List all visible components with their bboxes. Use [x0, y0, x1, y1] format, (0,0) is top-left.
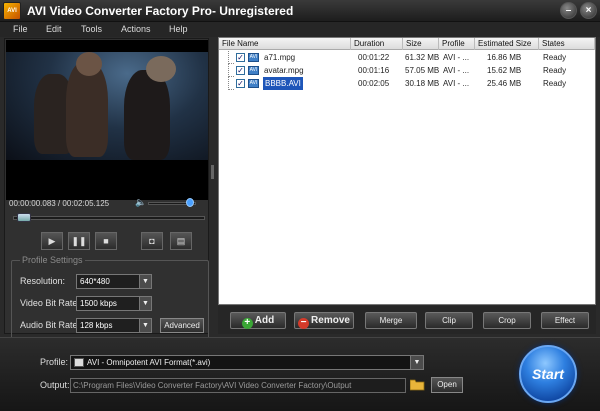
resolution-select[interactable]: 640*480 ▼	[76, 274, 152, 289]
profile-settings-legend: Profile Settings	[20, 255, 85, 265]
column-duration[interactable]: Duration	[351, 38, 403, 50]
minimize-button[interactable]: –	[560, 2, 577, 19]
file-state: Ready	[543, 79, 567, 88]
chevron-down-icon: ▼	[139, 297, 151, 310]
video-bitrate-label: Video Bit Rate:	[20, 298, 80, 308]
file-list[interactable]: File Name Duration Size Profile Estimate…	[218, 37, 596, 305]
video-file-icon: AVI	[248, 79, 259, 88]
file-estimated-size: 25.46 MB	[487, 79, 522, 88]
resolution-label: Resolution:	[20, 276, 66, 286]
file-row[interactable]: ✓ AVI a71.mpg 00:01:22 61.32 MB AVI - ..…	[219, 51, 595, 64]
audio-bitrate-select[interactable]: 128 kbps ▼	[76, 318, 152, 333]
menu-actions[interactable]: Actions	[121, 24, 151, 34]
chevron-down-icon: ▼	[139, 275, 151, 288]
video-file-icon: AVI	[248, 53, 259, 62]
file-size: 61.32 MB	[405, 53, 440, 62]
output-label: Output:	[40, 380, 70, 390]
plus-icon: +	[241, 318, 253, 329]
minus-icon: −	[298, 318, 310, 329]
remove-button[interactable]: − Remove	[294, 312, 354, 329]
file-size: 30.18 MB	[405, 79, 440, 88]
file-row[interactable]: ✓ AVI avatar.mpg 00:01:16 57.05 MB AVI -…	[219, 64, 595, 77]
file-state: Ready	[543, 66, 567, 75]
window-title: AVI Video Converter Factory Pro- Unregis…	[27, 4, 294, 18]
audio-bitrate-label: Audio Bit Rate:	[20, 320, 81, 330]
chevron-down-icon: ▼	[410, 356, 423, 369]
tree-connector	[228, 77, 234, 90]
file-name: BBBB.AVI	[263, 77, 303, 90]
output-path-field[interactable]: C:\Program Files\Video Converter Factory…	[70, 378, 406, 393]
title-bar: AVI AVI Video Converter Factory Pro- Unr…	[0, 0, 600, 22]
video-file-icon: AVI	[248, 66, 259, 75]
seek-bar[interactable]	[13, 216, 205, 220]
volume-icon[interactable]: 🔈	[135, 197, 146, 208]
chevron-down-icon: ▼	[139, 319, 151, 332]
video-frame-image	[6, 52, 208, 160]
file-name: a71.mpg	[264, 53, 296, 62]
file-list-header: File Name Duration Size Profile Estimate…	[219, 38, 595, 50]
file-estimated-size: 15.62 MB	[487, 66, 522, 75]
column-file-name[interactable]: File Name	[219, 38, 351, 50]
profile-label: Profile:	[40, 357, 69, 367]
menu-help[interactable]: Help	[169, 24, 188, 34]
folder-icon[interactable]	[410, 378, 425, 391]
clip-button[interactable]: Clip	[425, 312, 473, 329]
column-size[interactable]: Size	[403, 38, 439, 50]
crop-button[interactable]: Crop	[483, 312, 531, 329]
file-duration: 00:01:22	[358, 53, 390, 62]
profile-format-icon	[74, 358, 84, 367]
tree-connector	[228, 64, 234, 77]
add-button[interactable]: + Add	[230, 312, 286, 329]
preview-panel: 00:00:00.083 / 00:02:05.125 🔈 ▶ ❚❚ ■ ◘ ▤…	[4, 38, 209, 372]
file-profile: AVI - ...	[443, 79, 470, 88]
stop-button[interactable]: ■	[95, 232, 117, 250]
output-panel: Profile: AVI - Omnipotent AVI Format(*.a…	[0, 337, 600, 411]
tree-connector	[228, 51, 234, 64]
video-bitrate-select[interactable]: 1500 kbps ▼	[76, 296, 152, 311]
pause-button[interactable]: ❚❚	[68, 232, 90, 250]
menu-tools[interactable]: Tools	[81, 24, 102, 34]
open-button[interactable]: Open	[431, 377, 463, 393]
menu-bar: File Edit Tools Actions Help	[0, 22, 600, 37]
column-profile[interactable]: Profile	[439, 38, 475, 50]
snapshot-button[interactable]: ◘	[141, 232, 163, 250]
file-state: Ready	[543, 53, 567, 62]
merge-button[interactable]: Merge	[365, 312, 417, 329]
play-button[interactable]: ▶	[41, 232, 63, 250]
timecode-display: 00:00:00.083 / 00:02:05.125	[9, 199, 110, 208]
profile-select[interactable]: AVI - Omnipotent AVI Format(*.avi) ▼	[70, 355, 424, 370]
file-profile: AVI - ...	[443, 53, 470, 62]
file-duration: 00:02:05	[358, 79, 390, 88]
menu-file[interactable]: File	[13, 24, 28, 34]
video-preview[interactable]	[6, 40, 208, 200]
column-states[interactable]: States	[539, 38, 595, 50]
file-checkbox[interactable]: ✓	[236, 66, 245, 75]
file-row-selected[interactable]: ✓ AVI BBBB.AVI 00:02:05 30.18 MB AVI - .…	[219, 77, 595, 90]
app-logo-icon: AVI	[3, 2, 21, 20]
file-duration: 00:01:16	[358, 66, 390, 75]
file-profile: AVI - ...	[443, 66, 470, 75]
file-size: 57.05 MB	[405, 66, 440, 75]
open-snapshot-folder-button[interactable]: ▤	[170, 232, 192, 250]
advanced-button[interactable]: Advanced	[160, 318, 204, 333]
start-button[interactable]: Start	[519, 345, 577, 403]
action-bar: + Add − Remove Merge Clip Crop Effect	[218, 306, 596, 334]
file-checkbox[interactable]: ✓	[236, 79, 245, 88]
file-estimated-size: 16.86 MB	[487, 53, 522, 62]
effect-button[interactable]: Effect	[541, 312, 589, 329]
close-button[interactable]: ×	[580, 2, 597, 19]
column-estimated-size[interactable]: Estimated Size	[475, 38, 539, 50]
volume-handle[interactable]	[185, 198, 194, 207]
menu-edit[interactable]: Edit	[46, 24, 62, 34]
panel-splitter[interactable]	[211, 165, 214, 179]
seek-handle[interactable]	[16, 213, 31, 222]
file-checkbox[interactable]: ✓	[236, 53, 245, 62]
file-name: avatar.mpg	[264, 66, 304, 75]
